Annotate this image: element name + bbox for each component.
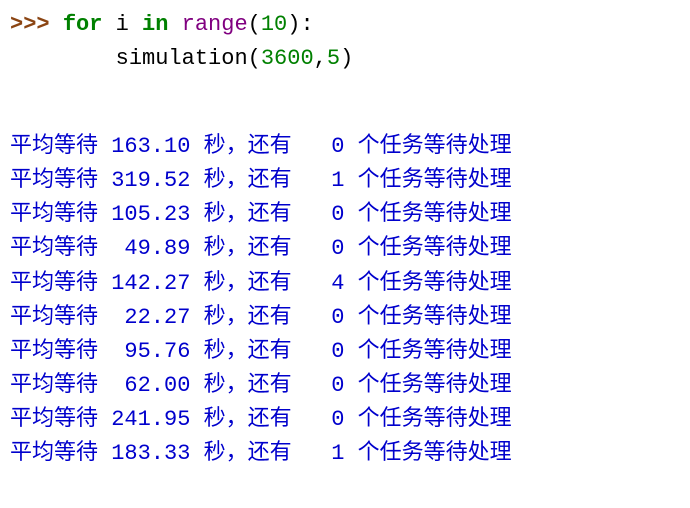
output-line: 平均等待 105.23 秒，还有 0 个任务等待处理 <box>10 198 680 232</box>
output-line: 平均等待 183.33 秒，还有 1 个任务等待处理 <box>10 437 680 471</box>
repl-prompt: >>> <box>10 12 63 37</box>
rparen: ) <box>340 46 353 71</box>
output-block: 平均等待 163.10 秒，还有 0 个任务等待处理平均等待 319.52 秒，… <box>10 130 680 471</box>
output-line: 平均等待 49.89 秒，还有 0 个任务等待处理 <box>10 232 680 266</box>
code-line-1: >>> for i in range(10): <box>10 8 680 42</box>
colon: : <box>300 12 313 37</box>
output-line: 平均等待 319.52 秒，还有 1 个任务等待处理 <box>10 164 680 198</box>
function-call: simulation <box>116 46 248 71</box>
code-block: >>> for i in range(10): simulation(3600,… <box>10 8 680 76</box>
lparen: ( <box>248 46 261 71</box>
indent <box>10 46 116 71</box>
output-line: 平均等待 22.27 秒，还有 0 个任务等待处理 <box>10 301 680 335</box>
keyword-in: in <box>142 12 168 37</box>
arg2: 5 <box>327 46 340 71</box>
range-arg: 10 <box>261 12 287 37</box>
loop-var: i <box>102 12 142 37</box>
output-line: 平均等待 62.00 秒，还有 0 个任务等待处理 <box>10 369 680 403</box>
code-line-2: simulation(3600,5) <box>10 42 680 76</box>
output-line: 平均等待 163.10 秒，还有 0 个任务等待处理 <box>10 130 680 164</box>
rparen: ) <box>287 12 300 37</box>
arg1: 3600 <box>261 46 314 71</box>
range-builtin: range <box>168 12 247 37</box>
output-line: 平均等待 241.95 秒，还有 0 个任务等待处理 <box>10 403 680 437</box>
arg-sep: , <box>314 46 327 71</box>
output-line: 平均等待 142.27 秒，还有 4 个任务等待处理 <box>10 267 680 301</box>
keyword-for: for <box>63 12 103 37</box>
lparen: ( <box>248 12 261 37</box>
output-line: 平均等待 95.76 秒，还有 0 个任务等待处理 <box>10 335 680 369</box>
